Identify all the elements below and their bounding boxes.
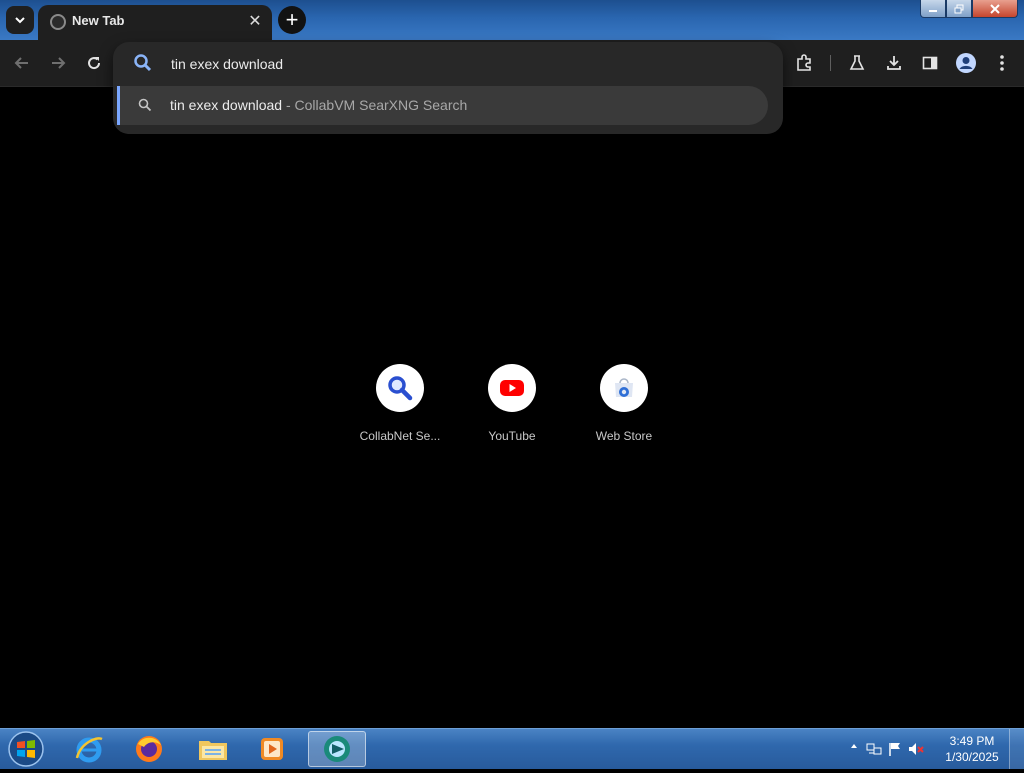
taskbar-chrome[interactable] [308, 731, 366, 767]
arrow-right-icon [52, 57, 66, 69]
web-store-icon [615, 378, 633, 397]
restore-icon [954, 4, 964, 13]
suggestion-engine: CollabVM SearXNG Search [294, 97, 468, 113]
more-vertical-icon [1000, 55, 1004, 71]
tab-search-button[interactable] [6, 6, 34, 34]
clock-time: 3:49 PM [949, 734, 995, 748]
back-button[interactable] [10, 51, 34, 75]
flask-icon [849, 55, 865, 70]
show-desktop-button[interactable] [1009, 729, 1024, 769]
toolbar-divider [830, 55, 831, 71]
arrow-left-icon [14, 57, 28, 69]
taskbar-internet-explorer[interactable] [62, 731, 116, 767]
start-button[interactable] [6, 730, 46, 768]
side-panel-icon [922, 56, 938, 70]
internet-explorer-icon [75, 737, 103, 763]
shortcut-web-store[interactable]: Web Store [574, 364, 674, 443]
new-tab-button[interactable]: + [278, 6, 306, 34]
suggestion-separator: - [282, 97, 295, 113]
forward-button[interactable] [46, 51, 70, 75]
reload-icon [88, 57, 101, 70]
media-player-icon [261, 738, 283, 760]
reload-button[interactable] [82, 51, 106, 75]
shortcut-label: YouTube [488, 429, 536, 443]
tab-title: New Tab [72, 13, 125, 28]
shortcut-label: CollabNet Se... [359, 429, 441, 443]
minimize-icon [929, 9, 937, 12]
puzzle-icon [797, 54, 811, 71]
chrome-icon [324, 736, 350, 762]
windows-start-icon [8, 731, 44, 767]
file-explorer-icon [199, 741, 227, 760]
shortcut-label: Web Store [595, 429, 653, 443]
youtube-icon [500, 380, 524, 396]
volume-muted-icon[interactable] [908, 741, 924, 757]
clock[interactable]: 3:49 PM 1/30/2025 [938, 733, 1006, 765]
shortcut-collabnet-search[interactable]: CollabNet Se... [350, 364, 450, 443]
suggestion-text: tin exex download - CollabVM SearXNG Sea… [170, 97, 467, 113]
magnifier-icon [388, 376, 413, 401]
address-bar-input[interactable] [169, 51, 753, 77]
close-tab-icon[interactable]: ✕ [246, 13, 264, 31]
new-tab-favicon-icon [50, 14, 66, 30]
taskbar-media-player[interactable] [245, 731, 299, 767]
shortcut-icon-circle [488, 364, 536, 412]
clock-date: 1/30/2025 [945, 750, 999, 764]
chevron-down-icon [15, 17, 25, 24]
firefox-icon [136, 736, 162, 762]
search-icon [138, 98, 152, 112]
close-icon [990, 3, 1000, 14]
chrome-labs-button[interactable] [845, 51, 869, 75]
taskbar-file-explorer[interactable] [186, 731, 240, 767]
extensions-button[interactable] [792, 51, 816, 75]
taskbar: 3:49 PM 1/30/2025 [0, 728, 1024, 769]
minimize-button[interactable] [920, 0, 946, 18]
download-icon [887, 56, 901, 70]
tab-new-tab[interactable]: New Tab ✕ [38, 5, 272, 41]
shortcut-icon-circle [376, 364, 424, 412]
shortcut-youtube[interactable]: YouTube [462, 364, 562, 443]
suggestion-query: tin exex download [170, 97, 283, 113]
menu-button[interactable] [990, 51, 1014, 75]
search-icon [134, 54, 152, 72]
omnibox-dropdown: tin exex download - CollabVM SearXNG Sea… [113, 42, 783, 134]
shortcut-icon-circle [600, 364, 648, 412]
network-icon[interactable] [866, 741, 882, 757]
system-tray: 3:49 PM 1/30/2025 [834, 729, 1024, 769]
side-panel-button[interactable] [918, 51, 942, 75]
close-window-button[interactable] [972, 0, 1018, 18]
search-suggestion[interactable]: tin exex download - CollabVM SearXNG Sea… [117, 86, 768, 125]
window-controls [920, 0, 1018, 20]
tab-strip: New Tab ✕ + [0, 0, 1024, 41]
show-hidden-icons-icon[interactable] [846, 741, 862, 757]
taskbar-firefox[interactable] [122, 731, 176, 767]
restore-button[interactable] [946, 0, 972, 18]
downloads-button[interactable] [882, 51, 906, 75]
action-center-flag-icon[interactable] [887, 741, 903, 757]
profile-button[interactable] [954, 51, 978, 75]
avatar-icon [956, 53, 976, 73]
